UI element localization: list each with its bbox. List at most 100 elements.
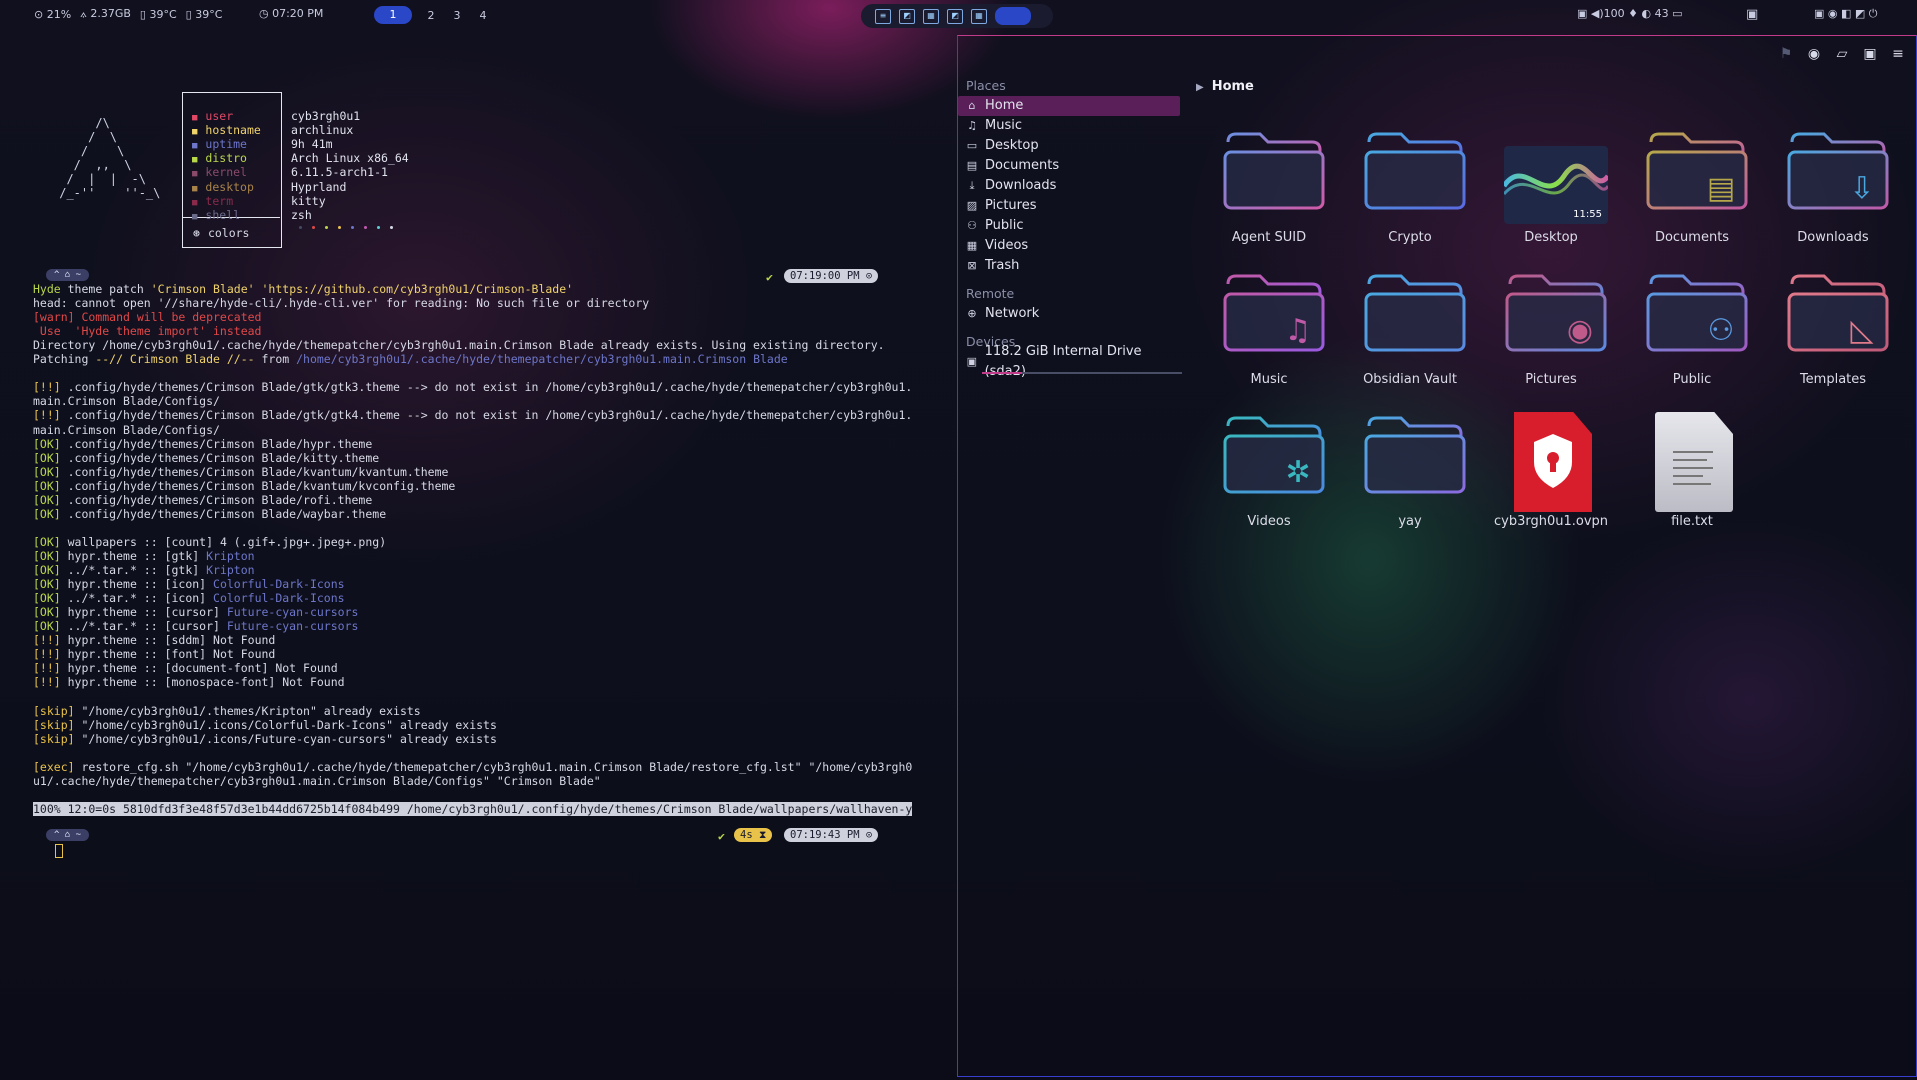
terminal-line: Directory /home/cyb3rgh0u1/.cache/hyde/t… (33, 338, 885, 352)
terminal-line: [OK] ../*.tar.* :: [gtk] Kripton (33, 563, 255, 577)
fetch-key: ■ kernel (192, 165, 247, 180)
app-icon-4[interactable]: ◩ (947, 8, 963, 24)
folder-icon: ◺ (1787, 274, 1889, 352)
file-label: Downloads (1797, 230, 1869, 245)
app-icon-3[interactable]: ▦ (923, 8, 939, 24)
file-item-obsidian-vault[interactable]: Obsidian Vault (1347, 270, 1473, 400)
terminal-text: hypr.theme :: [font] Not Found (60, 647, 276, 662)
sidebar-item-network[interactable]: ⊕ Network (958, 304, 1180, 324)
sidebar-item-home[interactable]: ⌂ Home (958, 96, 1180, 116)
sidebar-item-documents[interactable]: ▤ Documents (958, 156, 1180, 176)
terminal-text: [OK] (33, 506, 61, 521)
desktop-thumbnail: 11:55 (1504, 146, 1608, 224)
file-item-text-file[interactable]: file.txt (1629, 412, 1755, 542)
stat-item: ▯ 39°C (185, 7, 223, 21)
screen-icon[interactable]: ▣ (1746, 7, 1758, 22)
color-dot (338, 226, 341, 229)
tray-icons[interactable]: ▣ ◉ ◧ ◩ ⏻ (1814, 7, 1877, 21)
terminal-text: Future-cyan-cursors (226, 605, 359, 620)
pictures-icon: ▨ (966, 199, 978, 212)
svg-text:⇩: ⇩ (1849, 171, 1874, 206)
color-dot (312, 226, 315, 229)
clock: ◷ 07:20 PM (259, 7, 324, 20)
terminal-text: hypr.theme :: [sddm] Not Found (60, 633, 276, 648)
file-item-music[interactable]: ♫ Music (1206, 270, 1332, 400)
sidebar-item-label: Network (985, 306, 1040, 321)
sidebar-item-desktop[interactable]: ▭ Desktop (958, 136, 1180, 156)
check-icon-2: ✔ (718, 829, 725, 843)
terminal-line: [skip] "/home/cyb3rgh0u1/.icons/Colorful… (33, 718, 497, 732)
file-item-ovpn-file[interactable]: cyb3rgh0u1.ovpn (1488, 412, 1614, 542)
eye-icon[interactable]: ◉ (1806, 46, 1822, 62)
terminal-text: [OK] (33, 436, 61, 451)
file-item-crypto[interactable]: Crypto (1347, 128, 1473, 258)
terminal-window[interactable]: /\ / \ / \ / ,, \ / | | -\ /_-'' ''-_\ ■… (0, 30, 957, 1080)
file-label: cyb3rgh0u1.ovpn (1493, 514, 1609, 529)
new-folder-icon[interactable]: ▱ (1834, 46, 1850, 62)
file-item-yay[interactable]: yay (1347, 412, 1473, 542)
terminal-line: [!!] .config/hyde/themes/Crimson Blade/g… (33, 380, 912, 394)
sidebar-item-drive[interactable]: ▣118.2 GiB Internal Drive (sda2) (958, 344, 1180, 379)
terminal-text: [OK] (33, 492, 61, 507)
terminal-line: [OK] .config/hyde/themes/Crimson Blade/k… (33, 451, 379, 465)
terminal-text: Use 'Hyde theme import' instead (33, 324, 262, 339)
file-label: Music (1250, 372, 1288, 387)
sidebar-item-videos[interactable]: ▦ Videos (958, 236, 1180, 256)
file-item-videos[interactable]: ✲ Videos (1206, 412, 1332, 542)
terminal-text: from (254, 352, 297, 367)
terminal-text: /home/cyb3rgh0u1/.cache/hyde/themepatche… (296, 352, 788, 367)
terminal-line: [OK] .config/hyde/themes/Crimson Blade/k… (33, 465, 448, 479)
menu-icon[interactable]: ≡ (1890, 46, 1906, 62)
chevron-right-icon: ▶ (1196, 82, 1204, 93)
folder-icon (1364, 132, 1466, 210)
sidebar-item-music[interactable]: ♫ Music (958, 116, 1180, 136)
terminal-text: .config/hyde/themes/Crimson Blade/rofi.t… (60, 492, 373, 507)
terminal-line: [!!] .config/hyde/themes/Crimson Blade/g… (33, 408, 912, 422)
terminal-text: hypr.theme :: [cursor] (60, 605, 227, 620)
terminal-line: [warn] Command will be deprecated (33, 310, 261, 324)
app-icon-2[interactable]: ◩ (899, 8, 915, 24)
fetch-key: ■ desktop (192, 179, 254, 194)
file-item-downloads[interactable]: ⇩ Downloads (1770, 128, 1896, 258)
colors-label: ⊛ colors (193, 226, 250, 240)
terminal-text: [!!] (33, 675, 61, 690)
file-item-desktop[interactable]: 11:55 Desktop (1488, 128, 1614, 258)
sidebar-item-trash[interactable]: ⊠ Trash (958, 256, 1180, 276)
folder-icon: ◉ (1505, 274, 1607, 352)
sidebar-item-pictures[interactable]: ▨ Pictures (958, 196, 1180, 216)
workspace-4[interactable]: 4 (476, 9, 490, 22)
sidebar-item-public[interactable]: ⚇ Public (958, 216, 1180, 236)
sidebar-item-downloads[interactable]: ⤓ Downloads (958, 176, 1180, 196)
terminal-line: [OK] wallpapers :: [count] 4 (.gif+.jpg+… (33, 535, 386, 549)
workspace-2[interactable]: 2 (424, 9, 438, 22)
terminal-text: [skip] (33, 703, 75, 718)
file-item-templates[interactable]: ◺ Templates (1770, 270, 1896, 400)
workspace-3[interactable]: 3 (450, 9, 464, 22)
terminal-text: [OK] (33, 619, 61, 634)
file-item-pictures[interactable]: ◉ Pictures (1488, 270, 1614, 400)
app-icon-5[interactable]: ▦ (971, 8, 987, 24)
terminal-text: main.Crimson Blade/Configs/ (33, 394, 220, 409)
downloads-icon: ⤓ (969, 179, 975, 192)
sidebar-item-label: Downloads (985, 178, 1057, 193)
file-item-agent-suid[interactable]: Agent SUID (1206, 128, 1332, 258)
terminal-text: [warn] Command will be deprecated (33, 310, 262, 325)
file-item-public[interactable]: ⚇ Public (1629, 270, 1755, 400)
terminal-line: [OK] hypr.theme :: [icon] Colorful-Dark-… (33, 577, 345, 591)
prompt-time: 07:19:00 PM ⊙ (784, 269, 879, 283)
system-tray[interactable]: ▣ ◀)100 ♦ ◐ 43 ▭ (1577, 7, 1682, 20)
flag-icon[interactable]: ⚑ (1778, 46, 1794, 62)
workspace-1[interactable]: 1 (374, 6, 412, 24)
app-icon-1[interactable]: ≡ (875, 8, 891, 24)
videos-icon: ▦ (966, 239, 978, 252)
sidebar-section-places: Places (966, 78, 1006, 93)
file-item-documents[interactable]: ▤ Documents (1629, 128, 1755, 258)
fetch-key: ■ term (192, 193, 234, 208)
terminal-line: Use 'Hyde theme import' instead (33, 324, 262, 339)
breadcrumb[interactable]: ▶ Home (1196, 79, 1254, 94)
app-icon-active[interactable] (995, 7, 1031, 25)
file-label: Documents (1654, 230, 1730, 245)
folder-icon: ⇩ (1787, 132, 1889, 210)
color-dot (364, 226, 367, 229)
view-toggle-icon[interactable]: ▣ (1862, 46, 1878, 62)
